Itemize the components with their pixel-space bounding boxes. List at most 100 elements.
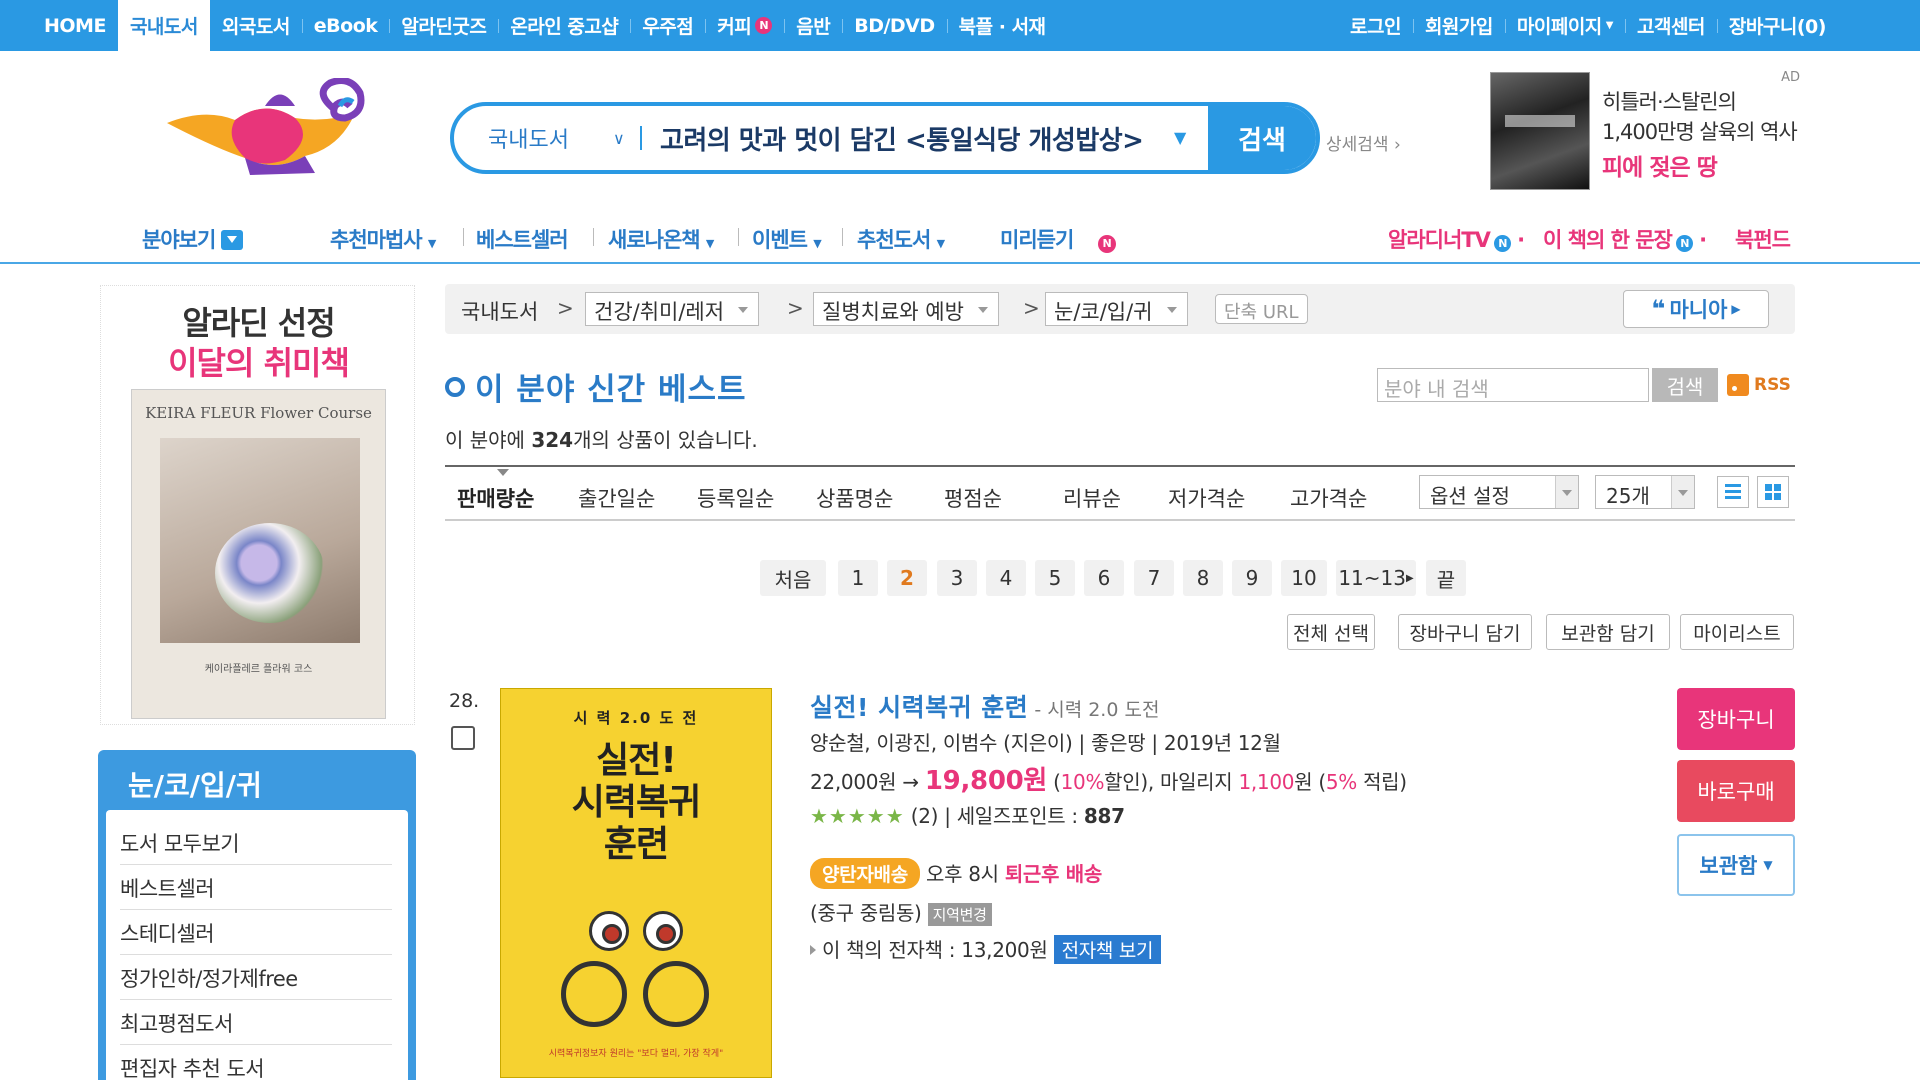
nav-login[interactable]: 로그인 xyxy=(1338,0,1413,51)
nav-mypage[interactable]: 마이페이지 ▼ xyxy=(1504,0,1625,51)
ebook-price: 13,200원 xyxy=(961,938,1048,962)
rss-link[interactable]: RSS xyxy=(1727,374,1791,396)
new-badge: N xyxy=(1493,235,1511,252)
category-search-input[interactable]: 분야 내 검색 xyxy=(1377,368,1649,402)
category-menu-item[interactable]: 편집자 추천 도서 xyxy=(120,1045,392,1080)
nav-customer-center[interactable]: 고객센터 xyxy=(1624,0,1717,51)
page-link[interactable]: 8 xyxy=(1183,560,1223,596)
subnav-book-sentence[interactable]: 이 책의 한 문장 N · xyxy=(1543,224,1707,254)
breadcrumb-select-level2[interactable]: 질병치료와 예방 xyxy=(813,292,999,326)
subnav-preview-listen[interactable]: 미리듣기 N xyxy=(1000,224,1116,254)
dropdown-arrow-icon[interactable]: ▼ xyxy=(1174,128,1186,147)
page-link[interactable]: 1 xyxy=(838,560,878,596)
sort-by-low-price[interactable]: 저가격순 xyxy=(1168,483,1245,513)
breadcrumb-select-level3[interactable]: 눈/코/입/귀 xyxy=(1045,292,1188,326)
search-category-select[interactable]: 국내도서 ∨ xyxy=(488,106,625,170)
flower-photo xyxy=(160,438,360,643)
add-to-cart-button[interactable]: 장바구니 담기 xyxy=(1398,614,1532,650)
promo-book-cover[interactable]: KEIRA FLEUR Flower Course 케이라플레르 플라워 코스 xyxy=(131,389,386,719)
product-count: 이 분야에 324개의 상품이 있습니다. xyxy=(445,424,758,453)
cart-button[interactable]: 장바구니 xyxy=(1677,688,1795,750)
ad-banner[interactable]: 히틀러·스탈린의 1,400만명 살육의 역사 피에 젖은 땅 AD xyxy=(1490,70,1800,190)
sort-bar: 판매량순 출간일순 등록일순 상품명순 평점순 리뷰순 저가격순 고가격순 옵션… xyxy=(445,465,1795,521)
page-last[interactable]: 끝 xyxy=(1426,560,1466,596)
category-menu-item[interactable]: 도서 모두보기 xyxy=(120,820,392,865)
wishlist-button[interactable]: 보관함 ▼ xyxy=(1677,834,1795,896)
page-link[interactable]: 10 xyxy=(1281,560,1327,596)
nav-music[interactable]: 음반 xyxy=(784,0,842,51)
page-link[interactable]: 6 xyxy=(1084,560,1124,596)
product-title[interactable]: 실전! 시력복귀 훈련 - 시력 2.0 도전 xyxy=(810,688,1159,724)
sort-by-pubdate[interactable]: 출간일순 xyxy=(578,483,655,513)
page-size-select[interactable]: 25개 xyxy=(1595,475,1695,509)
nav-cart[interactable]: 장바구니(0) xyxy=(1716,0,1838,51)
subnav-bestseller[interactable]: 베스트셀러 xyxy=(476,224,569,254)
product-authors: 양순철, 이광진, 이범수 (지은이) | 좋은땅 | 2019년 12월 xyxy=(810,731,1281,755)
hobby-book-promo[interactable]: 알라딘 선정 이달의 취미책 KEIRA FLEUR Flower Course… xyxy=(100,285,415,725)
product-checkbox[interactable] xyxy=(451,726,475,750)
grid-view-icon[interactable] xyxy=(1757,476,1789,508)
category-view-button[interactable]: 분야보기 xyxy=(142,224,244,254)
category-navigation: 분야보기 추천마법사 ▼ 베스트셀러 새로나온책 ▼ 이벤트 ▼ 추천도서 ▼ … xyxy=(0,212,1920,264)
promo-subtitle: 이달의 취미책 xyxy=(168,344,350,382)
page-link[interactable]: 9 xyxy=(1232,560,1272,596)
search-input[interactable]: 고려의 맛과 멋이 담긴 <통일식당 개성밥상> xyxy=(660,106,1144,170)
my-list-button[interactable]: 마이리스트 xyxy=(1680,614,1794,650)
breadcrumb-root[interactable]: 국내도서 xyxy=(461,296,538,326)
category-menu-item[interactable]: 스테디셀러 xyxy=(120,910,392,955)
page-link[interactable]: 7 xyxy=(1134,560,1174,596)
subnav-recommend-wizard[interactable]: 추천마법사 ▼ xyxy=(330,224,436,254)
nav-korean-books[interactable]: 국내도서 xyxy=(117,0,210,51)
breadcrumb-select-level1[interactable]: 건강/취미/레저 xyxy=(585,292,760,326)
promo-book-title: KEIRA FLEUR Flower Course xyxy=(145,404,372,422)
sort-by-high-price[interactable]: 고가격순 xyxy=(1290,483,1367,513)
subnav-recommended-books[interactable]: 추천도서 ▼ xyxy=(857,224,945,254)
detail-search-link[interactable]: 상세검색 › xyxy=(1326,130,1401,155)
category-menu-item[interactable]: 최고평점도서 xyxy=(120,1000,392,1045)
nav-ebook[interactable]: eBook xyxy=(301,0,390,51)
region-change-button[interactable]: 지역변경 xyxy=(927,903,992,926)
nav-coffee[interactable]: 커피 N xyxy=(705,0,784,51)
subnav-aladiner-tv[interactable]: 알라디너TV N · xyxy=(1388,224,1525,254)
subnav-bookfund[interactable]: 북펀드 xyxy=(1735,224,1791,254)
ad-line3: 피에 젖은 땅 xyxy=(1602,155,1718,181)
sort-by-regdate[interactable]: 등록일순 xyxy=(697,483,774,513)
nav-home[interactable]: HOME xyxy=(32,0,118,51)
category-menu-item[interactable]: 베스트셀러 xyxy=(120,865,392,910)
nav-used-shop[interactable]: 온라인 중고샵 xyxy=(498,0,630,51)
sort-by-reviews[interactable]: 리뷰순 xyxy=(1063,483,1121,513)
ebook-view-button[interactable]: 전자책 보기 xyxy=(1053,935,1162,964)
product-book-cover[interactable]: 시 력 2.0 도 전 실전! 시력복귀 훈련 시력복귀정보자 원리는 "보다 … xyxy=(500,688,772,1078)
option-setting-select[interactable]: 옵션 설정 xyxy=(1419,475,1579,509)
page-first[interactable]: 처음 xyxy=(760,560,826,596)
top-nav-right: 로그인 회원가입 마이페이지 ▼ 고객센터 장바구니(0) xyxy=(1338,0,1838,51)
buy-now-button[interactable]: 바로구매 xyxy=(1677,760,1795,822)
short-url-button[interactable]: 단축 URL xyxy=(1215,294,1308,324)
page-link[interactable]: 3 xyxy=(937,560,977,596)
discount-open: ( xyxy=(1047,770,1061,794)
category-search-button[interactable]: 검색 xyxy=(1652,368,1718,402)
search-button[interactable]: 검색 xyxy=(1208,106,1316,170)
category-menu-item[interactable]: 정가인하/정가제free xyxy=(120,955,392,1000)
nav-bd-dvd[interactable]: BD/DVD xyxy=(842,0,946,51)
mania-button[interactable]: ❝ 마니아 ▶ xyxy=(1623,290,1769,328)
nav-goods[interactable]: 알라딘굿즈 xyxy=(389,0,498,51)
nav-space-store[interactable]: 우주점 xyxy=(630,0,705,51)
sort-by-name[interactable]: 상품명순 xyxy=(816,483,893,513)
sort-by-rating[interactable]: 평점순 xyxy=(944,483,1002,513)
aladin-lamp-logo[interactable] xyxy=(165,78,385,178)
list-view-icon[interactable] xyxy=(1717,476,1749,508)
sort-by-sales[interactable]: 판매량순 xyxy=(457,469,534,513)
select-all-button[interactable]: 전체 선택 xyxy=(1287,614,1375,650)
page-link[interactable]: 5 xyxy=(1035,560,1075,596)
nav-bookple[interactable]: 북플 · 서재 xyxy=(946,0,1058,51)
page-link-current[interactable]: 2 xyxy=(887,560,927,596)
page-next-group[interactable]: 11~13 ▶ xyxy=(1336,560,1416,596)
page-link[interactable]: 4 xyxy=(986,560,1026,596)
subnav-new-books[interactable]: 새로나온책 ▼ xyxy=(608,224,714,254)
nav-signup[interactable]: 회원가입 xyxy=(1412,0,1505,51)
nav-foreign-books[interactable]: 외국도서 xyxy=(210,0,302,51)
add-to-wishlist-button[interactable]: 보관함 담기 xyxy=(1546,614,1670,650)
subnav-events[interactable]: 이벤트 ▼ xyxy=(752,224,822,254)
subnav-label: 미리듣기 xyxy=(1000,228,1074,252)
